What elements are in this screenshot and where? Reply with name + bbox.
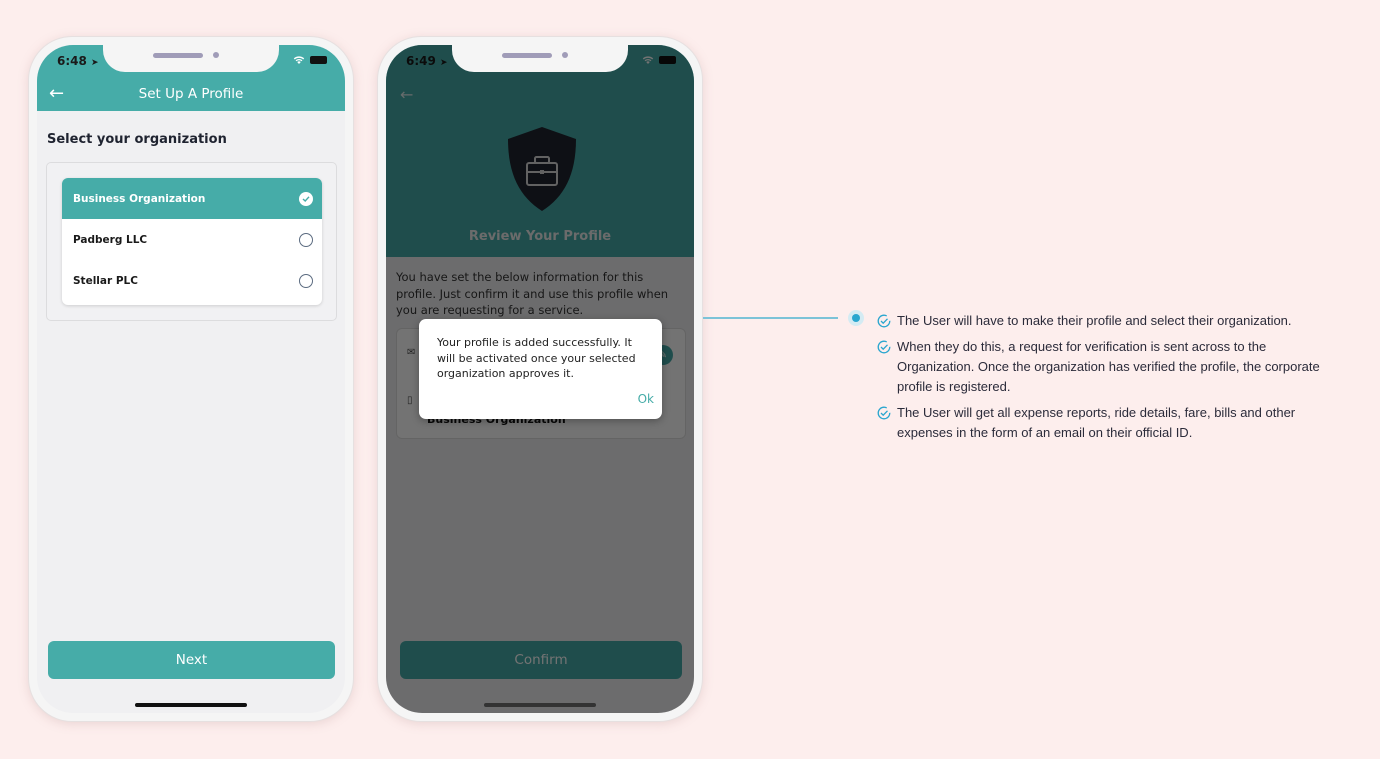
bullet-item: The User will have to make their profile… bbox=[877, 311, 1347, 331]
status-time: 6:48 ➤ bbox=[57, 54, 99, 68]
connector-line bbox=[703, 317, 838, 319]
bullet-text: The User will get all expense reports, r… bbox=[897, 405, 1296, 440]
check-circle-icon bbox=[877, 314, 891, 328]
camera bbox=[213, 52, 219, 58]
section-title: Select your organization bbox=[47, 132, 227, 147]
header-title: Set Up A Profile bbox=[138, 86, 244, 102]
dialog-ok-button[interactable]: Ok bbox=[638, 392, 654, 406]
phone-mockup-review-profile: ← Review Your Profile 6:49 ➤ You have se… bbox=[377, 36, 703, 722]
bullet-item: The User will get all expense reports, r… bbox=[877, 403, 1347, 443]
organization-label: Business Organization bbox=[73, 192, 206, 205]
check-circle-icon bbox=[877, 406, 891, 420]
organization-option[interactable]: Padberg LLC bbox=[62, 219, 322, 260]
organization-list: Business Organization Padberg LLC Stella… bbox=[62, 178, 322, 305]
location-arrow-icon: ➤ bbox=[91, 58, 99, 68]
dialog-message: Your profile is added successfully. It w… bbox=[437, 336, 636, 380]
phone-mockup-setup-profile: ← Set Up A Profile 6:48 ➤ Select your or… bbox=[28, 36, 354, 722]
radio-unchecked-icon[interactable] bbox=[299, 232, 313, 247]
phone-screen: ← Review Your Profile 6:49 ➤ You have se… bbox=[386, 45, 694, 713]
home-indicator bbox=[135, 703, 247, 707]
bullet-text: The User will have to make their profile… bbox=[897, 313, 1292, 328]
home-indicator bbox=[484, 703, 596, 707]
bullet-text: When they do this, a request for verific… bbox=[897, 339, 1320, 394]
radio-unchecked-icon[interactable] bbox=[299, 273, 313, 288]
success-dialog: Your profile is added successfully. It w… bbox=[419, 319, 662, 419]
organization-label: Padberg LLC bbox=[73, 233, 148, 246]
wifi-icon bbox=[293, 56, 305, 64]
connector-dot-inner bbox=[852, 314, 860, 322]
status-time-text: 6:48 bbox=[57, 54, 87, 68]
speaker bbox=[502, 53, 552, 58]
organization-option[interactable]: Business Organization bbox=[62, 178, 322, 219]
battery-icon bbox=[310, 55, 327, 64]
next-button[interactable]: Next bbox=[48, 641, 335, 679]
bullet-item: When they do this, a request for verific… bbox=[877, 337, 1347, 397]
phone-notch bbox=[103, 45, 279, 72]
feature-bullets: The User will have to make their profile… bbox=[877, 311, 1347, 449]
organization-panel: Business Organization Padberg LLC Stella… bbox=[46, 162, 337, 321]
connector-dot bbox=[848, 310, 864, 326]
phone-screen: ← Set Up A Profile 6:48 ➤ Select your or… bbox=[37, 45, 345, 713]
radio-checked-icon[interactable] bbox=[299, 191, 313, 206]
check-circle-icon bbox=[877, 340, 891, 354]
camera bbox=[562, 52, 568, 58]
organization-label: Stellar PLC bbox=[73, 274, 138, 287]
phone-notch bbox=[452, 45, 628, 72]
organization-option[interactable]: Stellar PLC bbox=[62, 260, 322, 301]
speaker bbox=[153, 53, 203, 58]
status-icons bbox=[293, 55, 327, 64]
